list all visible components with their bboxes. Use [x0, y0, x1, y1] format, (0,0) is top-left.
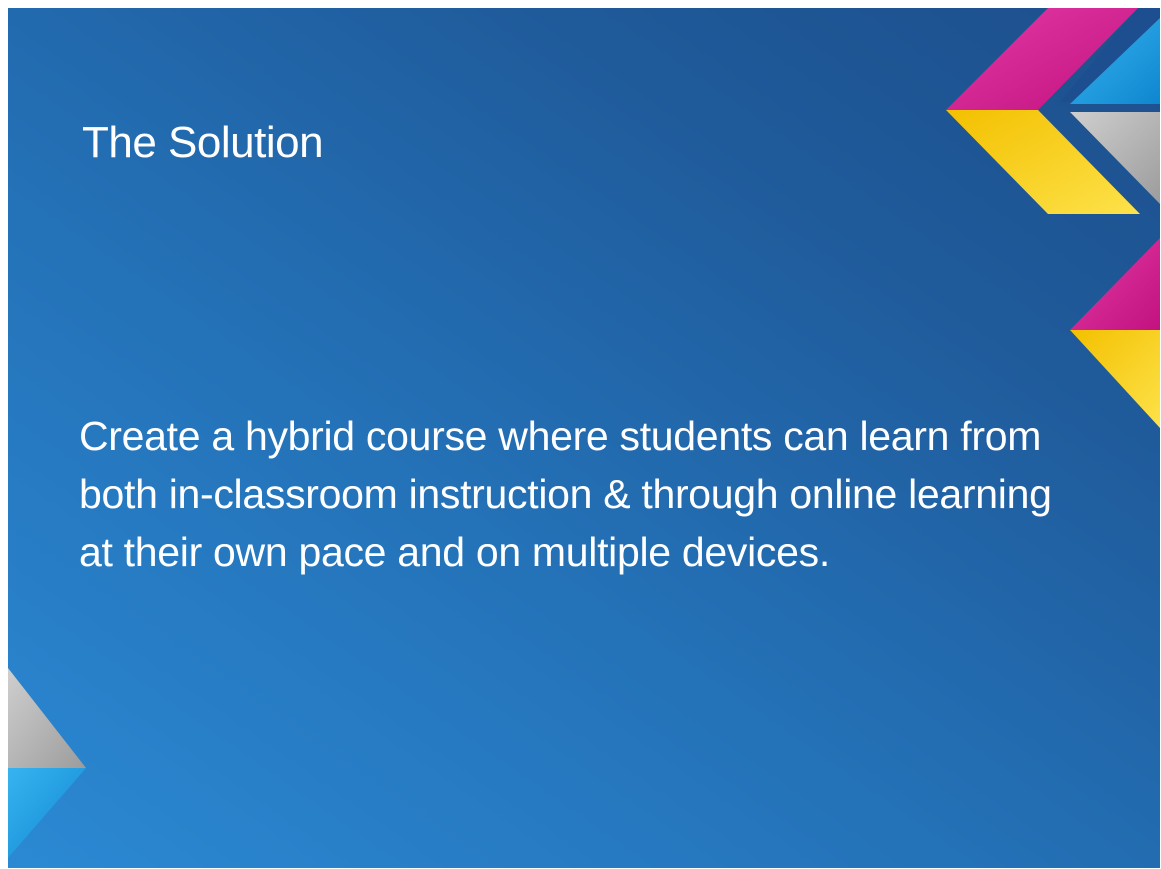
slide: The Solution Create a hybrid course wher… [8, 8, 1160, 868]
slide-title: The Solution [82, 118, 324, 167]
cyan-triangle-left [8, 768, 86, 858]
magenta-chevron-right [1070, 238, 1160, 330]
gray-triangle-left [8, 668, 86, 768]
slide-body-text: Create a hybrid course where students ca… [79, 413, 1052, 575]
